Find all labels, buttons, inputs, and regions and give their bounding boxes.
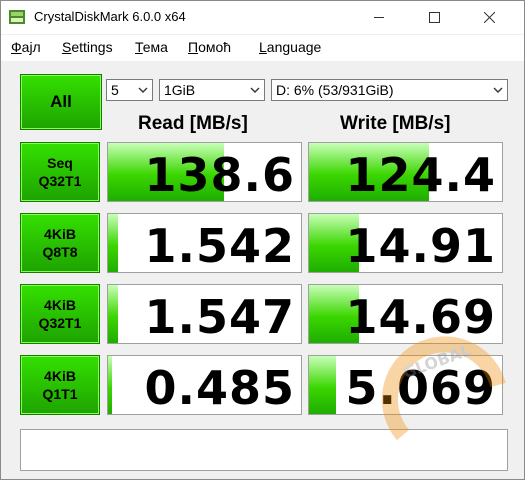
menu-theme[interactable]: Тема	[135, 39, 168, 55]
app-window: CrystalDiskMark 6.0.0 x64 Фајл Settings …	[0, 0, 525, 480]
menu-file-mnemonic: Ф	[11, 39, 22, 55]
drive-value: D: 6% (53/931GiB)	[276, 82, 394, 98]
write-result-value: 14.91	[345, 219, 496, 273]
read-result-cell: 1.547	[107, 284, 302, 344]
menu-language-mnemonic: L	[259, 39, 267, 55]
menu-bar: Фајл Settings Тема Помоћ Language	[1, 35, 524, 61]
read-progress-bar	[108, 214, 118, 272]
app-icon	[9, 10, 25, 24]
write-header: Write [MB/s]	[340, 113, 451, 134]
title-bar: CrystalDiskMark 6.0.0 x64	[1, 1, 524, 34]
menu-settings-label: ettings	[71, 39, 113, 55]
all-button[interactable]: All	[20, 74, 102, 130]
test-label-line2: Q32T1	[38, 315, 82, 331]
close-button[interactable]	[466, 1, 512, 33]
chevron-down-icon	[250, 87, 260, 93]
minimize-button[interactable]	[356, 1, 402, 33]
menu-settings-mnemonic: S	[62, 39, 72, 55]
write-result-value: 5.069	[345, 361, 496, 415]
read-result-cell: 0.485	[107, 355, 302, 415]
write-result-cell: 14.91	[308, 213, 503, 273]
read-result-value: 1.542	[144, 219, 295, 273]
read-progress-bar	[108, 356, 112, 414]
chevron-down-icon	[138, 87, 148, 93]
menu-file-label: ајл	[21, 39, 41, 55]
test-label-line2: Q8T8	[42, 244, 78, 260]
read-result-value: 138.6	[144, 148, 295, 202]
write-result-value: 14.69	[345, 290, 496, 344]
read-header: Read [MB/s]	[138, 113, 248, 134]
read-result-cell: 1.542	[107, 213, 302, 273]
read-result-value: 1.547	[144, 290, 295, 344]
menu-theme-mnemonic: Т	[135, 39, 143, 55]
test-button-4kib-q32t1[interactable]: 4KiB Q32T1	[20, 284, 100, 344]
test-size-select[interactable]: 1GiB	[159, 79, 265, 101]
test-label-line1: Seq	[47, 155, 73, 171]
menu-help-mnemonic: П	[188, 39, 199, 55]
chevron-down-icon	[493, 87, 503, 93]
maximize-icon	[428, 11, 440, 23]
test-label-line1: 4KiB	[44, 226, 76, 242]
test-count-select[interactable]: 5	[106, 79, 153, 101]
write-result-cell: 5.069	[308, 355, 503, 415]
test-size-value: 1GiB	[164, 82, 196, 98]
menu-settings[interactable]: Settings	[62, 39, 113, 55]
menu-language[interactable]: Language	[259, 39, 321, 55]
test-label-line2: Q1T1	[42, 386, 78, 402]
menu-help-label: омоћ	[198, 39, 232, 55]
write-result-cell: 124.4	[308, 142, 503, 202]
maximize-button[interactable]	[411, 1, 457, 33]
test-label-line1: 4KiB	[44, 297, 76, 313]
read-progress-bar	[108, 285, 118, 343]
read-result-cell: 138.6	[107, 142, 302, 202]
window-title: CrystalDiskMark 6.0.0 x64	[34, 9, 186, 24]
close-icon	[483, 11, 495, 23]
comment-field[interactable]	[20, 429, 508, 471]
menu-file[interactable]: Фајл	[11, 39, 41, 55]
drive-select[interactable]: D: 6% (53/931GiB)	[271, 79, 508, 101]
menu-help[interactable]: Помоћ	[188, 39, 231, 55]
test-label-line1: 4KiB	[44, 368, 76, 384]
write-result-value: 124.4	[345, 148, 496, 202]
test-button-4kib-q1t1[interactable]: 4KiB Q1T1	[20, 355, 100, 415]
write-result-cell: 14.69	[308, 284, 503, 344]
menu-theme-label: ема	[142, 39, 168, 55]
test-button-4kib-q8t8[interactable]: 4KiB Q8T8	[20, 213, 100, 273]
write-progress-bar	[309, 356, 337, 414]
minimize-icon	[374, 16, 384, 18]
test-button-seq-q32t1[interactable]: Seq Q32T1	[20, 142, 100, 202]
menu-language-label: anguage	[266, 39, 322, 55]
test-count-value: 5	[111, 82, 119, 98]
read-result-value: 0.485	[144, 361, 295, 415]
test-label-line2: Q32T1	[38, 173, 82, 189]
